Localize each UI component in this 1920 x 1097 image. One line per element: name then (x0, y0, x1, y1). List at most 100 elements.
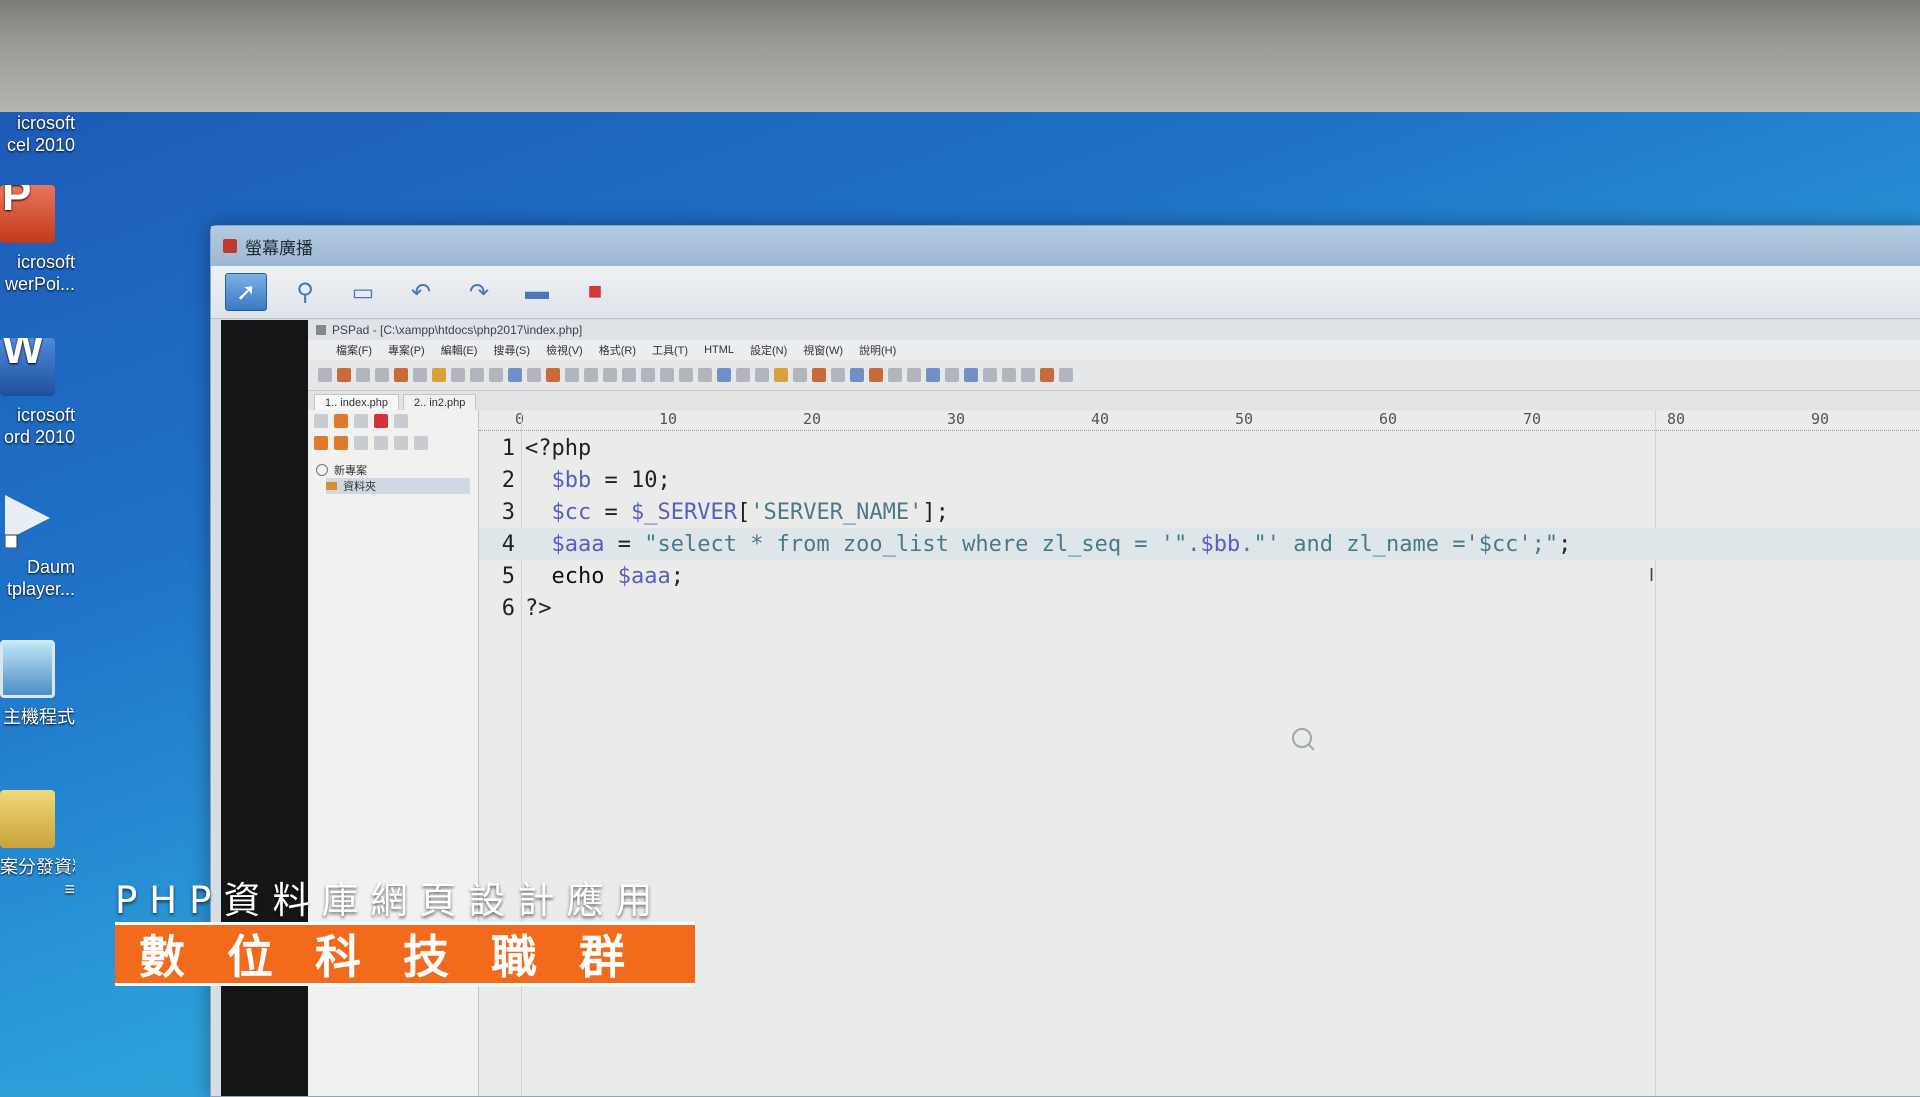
pointer-tool-button[interactable]: ➚ (225, 273, 267, 311)
toolbar-icon[interactable] (413, 368, 427, 382)
zoom-icon: ⚲ (296, 278, 314, 306)
delete-icon[interactable] (698, 368, 712, 382)
toolbar-icon[interactable] (375, 368, 389, 382)
toolbar-icon[interactable] (1021, 368, 1035, 382)
menu-settings[interactable]: 設定(N) (750, 342, 787, 358)
screen-icon: ▭ (351, 278, 375, 306)
folder-icon[interactable] (334, 414, 348, 428)
menu-window[interactable]: 視窗(W) (803, 342, 843, 358)
pspad-titlebar[interactable]: PSPad - [C:\xampp\htdocs\php2017\index.p… (308, 320, 1920, 340)
broadcast-stop-button[interactable]: ■ (575, 274, 615, 310)
code-variable: $aaa (617, 563, 671, 589)
toolbar-icon[interactable] (926, 368, 940, 382)
editor-toolbar (308, 360, 1920, 391)
toolbar-icon[interactable] (945, 368, 959, 382)
cut-icon[interactable] (641, 368, 655, 382)
toolbar-icon[interactable] (546, 368, 560, 382)
redo-button[interactable]: ↷ (459, 274, 499, 310)
toolbar-icon[interactable] (1059, 368, 1073, 382)
desktop-icon-pc[interactable]: 主機程式 (0, 640, 75, 728)
code-editor[interactable]: 0 10 20 30 40 50 60 70 80 90 1 <?php 2 $… (479, 410, 1920, 1096)
menu-file[interactable]: 檔案(F) (336, 342, 372, 358)
toolbar-icon[interactable] (983, 368, 997, 382)
code-line: 3 $cc = $_SERVER['SERVER_NAME']; (479, 496, 1920, 528)
code-line: 6 ?> (479, 592, 1920, 624)
toolbar-icon[interactable] (812, 368, 826, 382)
ruler-mark: 90 (1811, 410, 1830, 428)
tree-root[interactable]: 新專案 (316, 462, 470, 478)
toolbar-icon[interactable] (470, 368, 484, 382)
line-number: 5 (501, 563, 515, 589)
project-tree: 新專案 資料夾 (308, 454, 478, 502)
toolbar-icon[interactable] (793, 368, 807, 382)
favorite-icon[interactable] (374, 414, 388, 428)
ruler-mark: 20 (803, 410, 822, 428)
text-cursor-icon: I (1649, 565, 1655, 585)
screen-button[interactable]: ▭ (343, 274, 383, 310)
toolbar-icon[interactable] (907, 368, 921, 382)
folder-icon (326, 482, 337, 490)
toolbar-icon[interactable] (314, 436, 328, 450)
ruler-mark: 40 (1091, 410, 1110, 428)
info-icon[interactable] (394, 436, 408, 450)
toolbar-icon[interactable] (888, 368, 902, 382)
desktop-icon-folder[interactable]: 案分發資料 ≡ (0, 790, 75, 900)
paste-icon[interactable] (679, 368, 693, 382)
window-titlebar[interactable]: 螢幕廣播 (211, 226, 1920, 266)
toolbar-icon[interactable] (869, 368, 883, 382)
redo-icon[interactable] (622, 368, 636, 382)
desktop-icon-excel[interactable]: icrosoft cel 2010 (0, 112, 75, 156)
desktop-icon-word[interactable]: W icrosoft ord 2010 (0, 338, 75, 448)
toolbar-icon[interactable] (964, 368, 978, 382)
toolbar-icon[interactable] (527, 368, 541, 382)
toolbar-icon[interactable] (831, 368, 845, 382)
desktop-icon-powerpoint[interactable]: P icrosoft werPoi... (0, 185, 75, 295)
menu-search[interactable]: 搜尋(S) (493, 342, 530, 358)
toolbar-icon[interactable] (414, 436, 428, 450)
menu-help[interactable]: 說明(H) (859, 342, 896, 358)
toolbar-icon[interactable] (337, 368, 351, 382)
toolbar-icon[interactable] (565, 368, 579, 382)
toolbar-icon[interactable] (318, 368, 332, 382)
toolbar-icon[interactable] (755, 368, 769, 382)
menu-format[interactable]: 格式(R) (599, 342, 636, 358)
menu-view[interactable]: 檢視(V) (546, 342, 583, 358)
save-icon[interactable] (451, 368, 465, 382)
toolbar-icon[interactable] (850, 368, 864, 382)
toolbar-icon[interactable] (1040, 368, 1054, 382)
toolbar-icon[interactable] (394, 414, 408, 428)
toolbar-icon[interactable] (354, 436, 368, 450)
desktop-icon-daum[interactable]: Daum tplayer... (0, 490, 75, 600)
toolbar-icon[interactable] (334, 436, 348, 450)
toolbar-icon[interactable] (374, 436, 388, 450)
code-text: ?> (525, 595, 552, 621)
code-string: 'SERVER_NAME' (750, 499, 923, 525)
menu-edit[interactable]: 編輯(E) (441, 342, 478, 358)
print-icon[interactable] (584, 368, 598, 382)
menu-html[interactable]: HTML (704, 344, 734, 356)
toolbar-icon[interactable] (354, 414, 368, 428)
open-icon[interactable] (432, 368, 446, 382)
toolbar-icon[interactable] (394, 368, 408, 382)
camera-button[interactable]: ▬ (517, 274, 557, 310)
ruler-mark: 0 (515, 410, 525, 428)
toolbar-icon[interactable] (356, 368, 370, 382)
undo-button[interactable]: ↶ (401, 274, 441, 310)
undo-icon[interactable] (603, 368, 617, 382)
toolbar-icon[interactable] (736, 368, 750, 382)
desktop-icon-label: icrosoft (16, 405, 75, 425)
lock-icon[interactable] (774, 368, 788, 382)
tab-in2-php[interactable]: 2.. in2.php (403, 394, 477, 411)
menu-project[interactable]: 專案(P) (388, 342, 425, 358)
toolbar-icon[interactable] (489, 368, 503, 382)
tree-item-folder[interactable]: 資料夾 (326, 478, 470, 494)
toolbar-icon[interactable] (717, 368, 731, 382)
copy-icon[interactable] (660, 368, 674, 382)
menu-tools[interactable]: 工具(T) (652, 342, 688, 358)
zoom-tool-button[interactable]: ⚲ (285, 274, 325, 310)
toolbar-icon[interactable] (1002, 368, 1016, 382)
tab-index-php[interactable]: 1.. index.php (314, 394, 399, 411)
toolbar-icon[interactable] (314, 414, 328, 428)
search-icon[interactable] (508, 368, 522, 382)
line-number: 2 (501, 467, 515, 493)
